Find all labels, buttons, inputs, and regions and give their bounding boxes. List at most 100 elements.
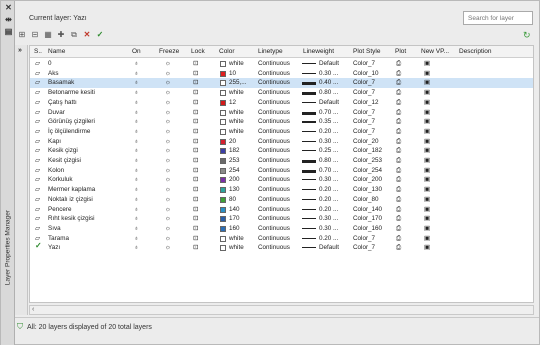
- on-bulb-icon[interactable]: ♁: [134, 225, 139, 233]
- layer-color[interactable]: 140: [229, 206, 240, 214]
- layer-color[interactable]: 182: [229, 147, 240, 155]
- layer-lineweight[interactable]: Default: [319, 244, 339, 252]
- layer-linetype[interactable]: Continuous: [258, 79, 290, 87]
- color-swatch[interactable]: [220, 245, 226, 252]
- layer-name[interactable]: Mermer kaplama: [48, 186, 95, 194]
- layer-color[interactable]: white: [229, 118, 244, 126]
- col-on[interactable]: On: [132, 48, 141, 55]
- layer-row[interactable]: ⏥ Tarama ♁ ☼ ⊡ white Continuous 0.20 ... Color_7…: [30, 234, 533, 244]
- col-freeze[interactable]: Freeze: [159, 48, 179, 55]
- lock-icon[interactable]: ⊡: [193, 206, 198, 214]
- layer-linetype[interactable]: Continuous: [258, 118, 290, 126]
- new-vp-freeze-icon[interactable]: ▣: [424, 109, 430, 117]
- layer-linetype[interactable]: Continuous: [258, 70, 290, 78]
- layer-lineweight[interactable]: 0.20 ...: [319, 206, 338, 214]
- color-swatch[interactable]: [220, 90, 226, 97]
- printer-icon[interactable]: ⎙: [396, 60, 401, 68]
- freeze-sun-icon[interactable]: ☼: [165, 128, 171, 136]
- layer-row[interactable]: ⏥ Mermer kaplama ♁ ☼ ⊡ 130 Continuous 0.20 ... C…: [30, 185, 533, 195]
- layer-lineweight[interactable]: 0.20 ...: [319, 235, 338, 243]
- layer-lineweight[interactable]: 0.40 ...: [319, 79, 338, 87]
- layer-row[interactable]: ⏥ Kesit çizgisi ♁ ☼ ⊡ 253 Continuous 0.80 ... Co…: [30, 156, 533, 166]
- printer-icon[interactable]: ⎙: [396, 206, 401, 214]
- layer-row[interactable]: ⏥ Kesik çizgi ♁ ☼ ⊡ 182 Continuous 0.25 ... Colo…: [30, 146, 533, 156]
- lock-icon[interactable]: ⊡: [193, 79, 198, 87]
- printer-icon[interactable]: ⎙: [396, 147, 401, 155]
- layer-color[interactable]: white: [229, 89, 244, 97]
- lock-icon[interactable]: ⊡: [193, 167, 198, 175]
- new-vp-freeze-icon[interactable]: ▣: [424, 225, 430, 233]
- layer-lineweight[interactable]: 0.30 ...: [319, 138, 338, 146]
- layer-name[interactable]: Basamak: [48, 79, 74, 87]
- color-swatch[interactable]: [220, 99, 226, 106]
- new-vp-freeze-icon[interactable]: ▣: [424, 60, 430, 68]
- layer-name[interactable]: Kapı: [48, 138, 61, 146]
- new-vp-freeze-icon[interactable]: ▣: [424, 147, 430, 155]
- layer-row[interactable]: ⏥ Kapı ♁ ☼ ⊡ 20 Continuous 0.30 ... Color_20 ⎙ ▣: [30, 137, 533, 147]
- on-bulb-icon[interactable]: ♁: [134, 167, 139, 175]
- lock-icon[interactable]: ⊡: [193, 235, 198, 243]
- layer-linetype[interactable]: Continuous: [258, 176, 290, 184]
- color-swatch[interactable]: [220, 80, 226, 87]
- layer-lineweight[interactable]: 0.20 ...: [319, 128, 338, 136]
- freeze-sun-icon[interactable]: ☼: [165, 167, 171, 175]
- new-vp-freeze-icon[interactable]: ▣: [424, 206, 430, 214]
- lock-icon[interactable]: ⊡: [193, 225, 198, 233]
- color-swatch[interactable]: [220, 148, 226, 155]
- lock-icon[interactable]: ⊡: [193, 176, 198, 184]
- col-new-vp-freeze[interactable]: New VP...: [421, 48, 449, 55]
- freeze-sun-icon[interactable]: ☼: [165, 206, 171, 214]
- layer-row[interactable]: ⏥ Aks ♁ ☼ ⊡ 10 Continuous 0.30 ... Color_10 ⎙ ▣: [30, 69, 533, 79]
- layer-lineweight[interactable]: 0.80 ...: [319, 157, 338, 165]
- layer-color[interactable]: 200: [229, 176, 240, 184]
- layer-color[interactable]: 170: [229, 215, 240, 223]
- layer-color[interactable]: white: [229, 60, 244, 68]
- new-layer-icon[interactable]: ✚: [56, 30, 66, 40]
- layer-color[interactable]: 80: [229, 196, 236, 204]
- layer-color[interactable]: 255,...: [229, 79, 247, 87]
- color-swatch[interactable]: [220, 138, 226, 145]
- color-swatch[interactable]: [220, 128, 226, 135]
- new-property-filter-icon[interactable]: ⊞: [17, 30, 27, 40]
- layer-row[interactable]: ⏥ Kolon ♁ ☼ ⊡ 254 Continuous 0.70 ... Color_254 ⎙…: [30, 166, 533, 176]
- freeze-sun-icon[interactable]: ☼: [165, 79, 171, 87]
- layer-lineweight[interactable]: 0.25 ...: [319, 147, 338, 155]
- new-vp-freeze-icon[interactable]: ▣: [424, 128, 430, 136]
- color-swatch[interactable]: [220, 216, 226, 223]
- color-swatch[interactable]: [220, 167, 226, 174]
- color-swatch[interactable]: [220, 119, 226, 126]
- layer-linetype[interactable]: Continuous: [258, 157, 290, 165]
- layer-color[interactable]: white: [229, 244, 244, 252]
- printer-icon[interactable]: ⎙: [396, 196, 401, 204]
- layer-color[interactable]: 20: [229, 138, 236, 146]
- layer-name[interactable]: Çatış hattı: [48, 99, 77, 107]
- layer-row[interactable]: ⏥ İç ölçülendirme ♁ ☼ ⊡ white Continuous 0.20 .…: [30, 127, 533, 137]
- freeze-sun-icon[interactable]: ☼: [165, 109, 171, 117]
- col-description[interactable]: Description: [459, 48, 492, 55]
- color-swatch[interactable]: [220, 109, 226, 116]
- freeze-sun-icon[interactable]: ☼: [165, 186, 171, 194]
- expand-filter-tree-icon[interactable]: »: [18, 47, 22, 54]
- lock-icon[interactable]: ⊡: [193, 109, 198, 117]
- layer-color[interactable]: white: [229, 235, 244, 243]
- layer-color[interactable]: 10: [229, 70, 236, 78]
- printer-icon[interactable]: ⎙: [396, 89, 401, 97]
- layer-name[interactable]: Kolon: [48, 167, 64, 175]
- layer-linetype[interactable]: Continuous: [258, 186, 290, 194]
- freeze-sun-icon[interactable]: ☼: [165, 147, 171, 155]
- layer-row[interactable]: ⏥ Pencere ♁ ☼ ⊡ 140 Continuous 0.20 ... Color_14…: [30, 205, 533, 215]
- layer-row[interactable]: ⏥ Görünüş çizgileri ♁ ☼ ⊡ white Continuous 0.35…: [30, 117, 533, 127]
- layer-lineweight[interactable]: 0.20 ...: [319, 186, 338, 194]
- on-bulb-icon[interactable]: ♁: [134, 215, 139, 223]
- layer-linetype[interactable]: Continuous: [258, 138, 290, 146]
- layer-name[interactable]: Betonarme kesiti: [48, 89, 95, 97]
- new-vp-freeze-icon[interactable]: ▣: [424, 186, 430, 194]
- layer-color[interactable]: 160: [229, 225, 240, 233]
- lock-icon[interactable]: ⊡: [193, 244, 198, 252]
- new-vp-freeze-icon[interactable]: ▣: [424, 244, 430, 252]
- layer-lineweight[interactable]: 0.30 ...: [319, 215, 338, 223]
- col-linetype[interactable]: Linetype: [258, 48, 283, 55]
- layer-color[interactable]: 253: [229, 157, 240, 165]
- printer-icon[interactable]: ⎙: [396, 79, 401, 87]
- lock-icon[interactable]: ⊡: [193, 60, 198, 68]
